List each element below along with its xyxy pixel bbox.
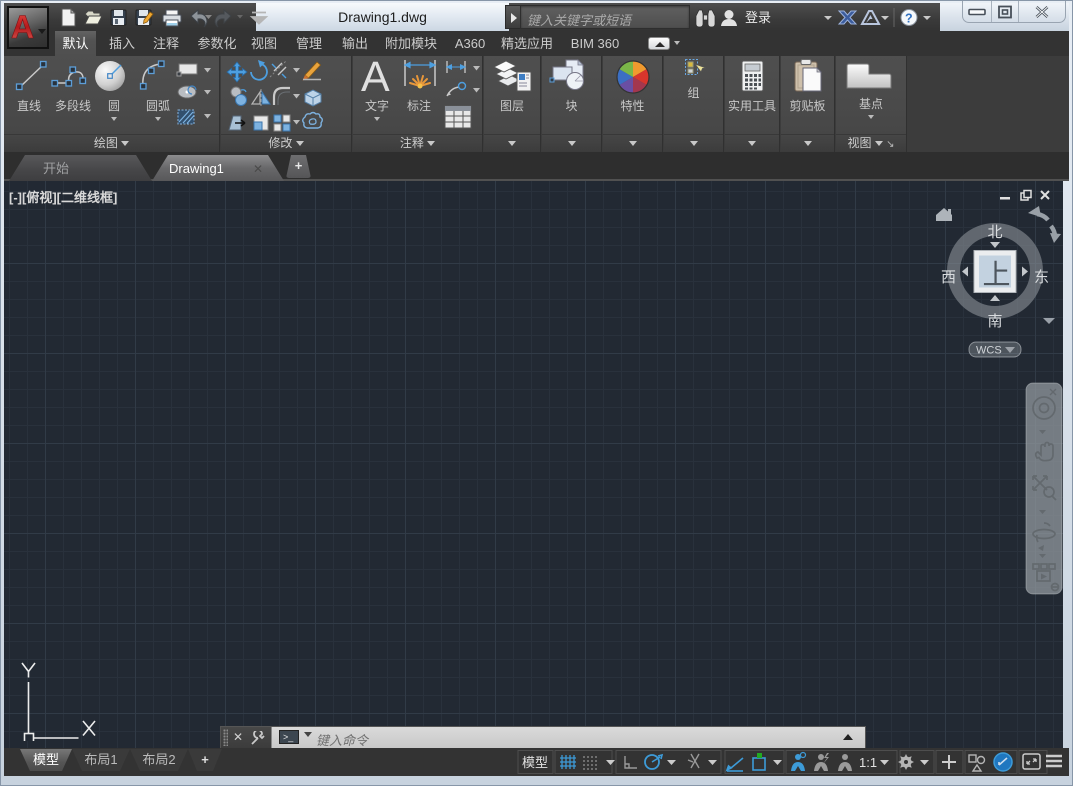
svg-text:WCS: WCS [976,345,1002,357]
svg-text:A: A [361,56,390,101]
svg-text:北: 北 [988,224,1003,241]
svg-text:A: A [11,9,34,45]
svg-text:西: 西 [941,269,956,286]
svg-text:上: 上 [983,259,1011,290]
svg-text:东: 东 [1034,269,1049,286]
svg-text:登录: 登录 [745,10,771,25]
svg-text:模型: 模型 [522,755,548,770]
svg-text:南: 南 [988,313,1003,330]
svg-text:?: ? [905,12,913,26]
svg-text:1:1: 1:1 [859,755,877,770]
